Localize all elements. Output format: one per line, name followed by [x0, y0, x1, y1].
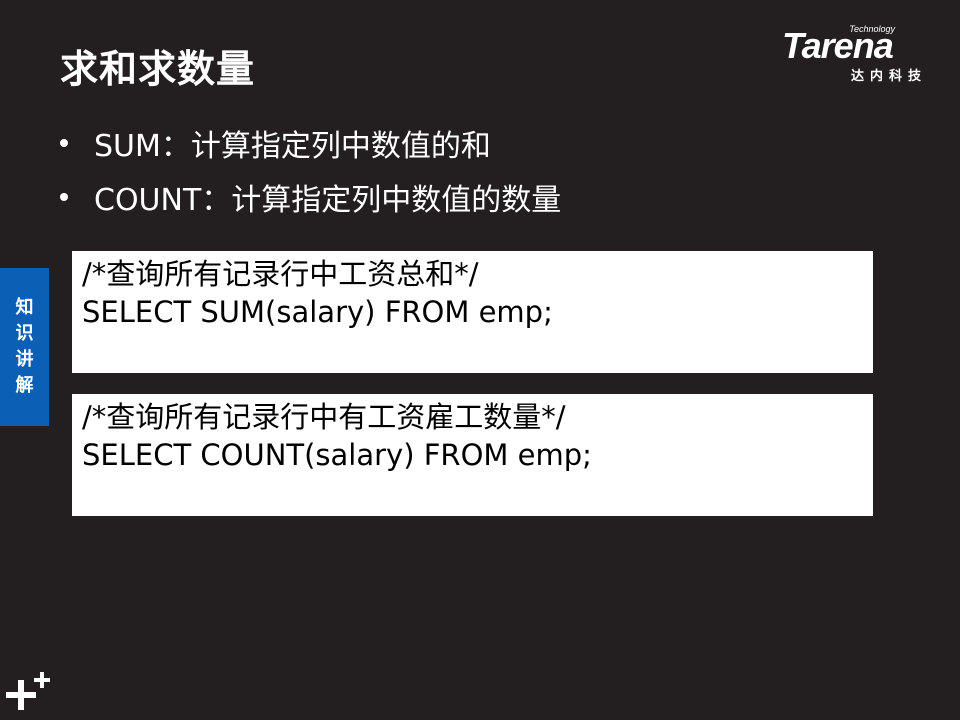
tarena-logo: Technology Tarena 达内科技: [782, 22, 947, 84]
bullet-item: SUM：计算指定列中数值的和: [60, 116, 561, 170]
side-tab-char: 解: [15, 375, 34, 396]
bullet-dot-icon: [60, 193, 68, 201]
logo-brand: Tarena: [782, 25, 894, 66]
bullet-text: SUM：计算指定列中数值的和: [94, 129, 491, 164]
code-block-count: /*查询所有记录行中有工资雇工数量*/ SELECT COUNT(salary)…: [72, 394, 873, 516]
side-tab-char: 知: [15, 297, 34, 318]
side-tab-char: 讲: [15, 349, 34, 370]
code-block-sum: /*查询所有记录行中工资总和*/ SELECT SUM(salary) FROM…: [72, 251, 873, 373]
bullet-text: COUNT：计算指定列中数值的数量: [94, 183, 562, 218]
plus-icon: [6, 672, 50, 710]
side-tab-knowledge: 知 识 讲 解: [0, 268, 49, 426]
bullet-list: SUM：计算指定列中数值的和 COUNT：计算指定列中数值的数量: [60, 116, 561, 224]
code-statement: SELECT SUM(salary) FROM emp;: [82, 295, 553, 329]
code-statement: SELECT COUNT(salary) FROM emp;: [82, 438, 592, 472]
logo-chinese: 达内科技: [850, 69, 927, 84]
bullet-item: COUNT：计算指定列中数值的数量: [60, 170, 561, 224]
code-comment: /*查询所有记录行中工资总和*/: [82, 257, 479, 291]
slide-title: 求和求数量: [60, 47, 256, 91]
code-comment: /*查询所有记录行中有工资雇工数量*/: [82, 400, 566, 434]
bullet-dot-icon: [60, 139, 68, 147]
side-tab-char: 识: [15, 323, 34, 344]
